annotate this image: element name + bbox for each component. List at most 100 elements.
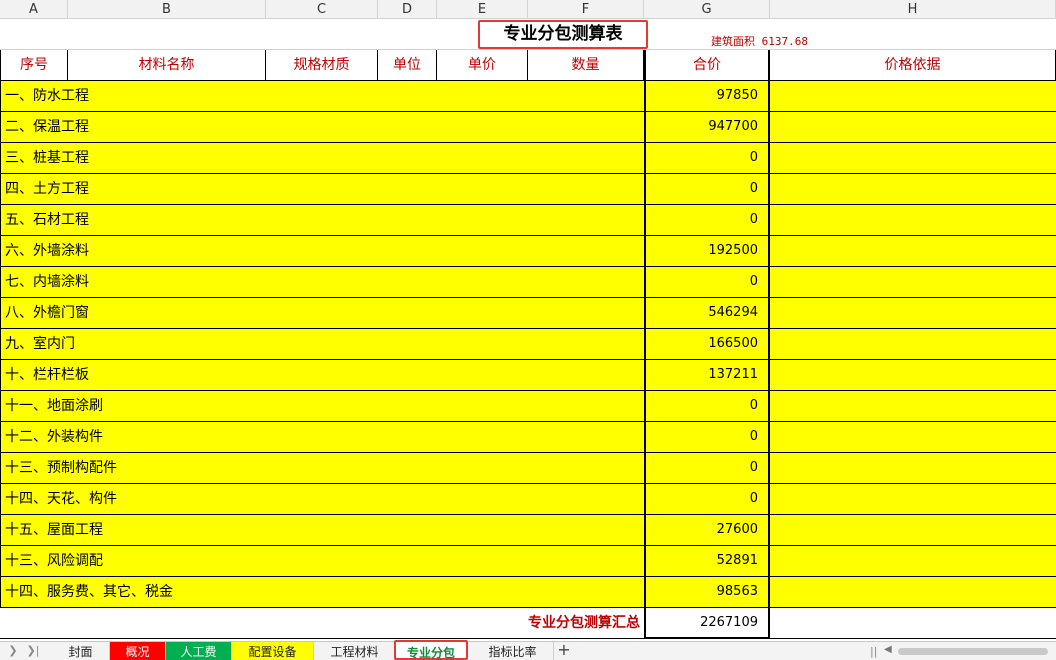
row-name-cell[interactable]: 三、桩基工程 <box>0 143 644 174</box>
row-name-cell[interactable]: 十三、风险调配 <box>0 546 644 577</box>
row-name-cell[interactable]: 十三、预制构配件 <box>0 453 644 484</box>
row-total-cell[interactable]: 0 <box>644 422 770 453</box>
row-total-cell[interactable]: 0 <box>644 205 770 236</box>
row-basis-cell[interactable] <box>770 112 1056 143</box>
row-total-cell[interactable]: 97850 <box>644 81 770 112</box>
table-row: 三、桩基工程 0 <box>0 143 1056 174</box>
row-basis-cell[interactable] <box>770 174 1056 205</box>
building-area[interactable]: 建筑面积 6137.68 <box>711 33 808 49</box>
horizontal-scrollbar[interactable]: || ◀ <box>870 642 1056 660</box>
sheet-title[interactable]: 专业分包测算表 <box>478 20 648 49</box>
summary-value[interactable]: 2267109 <box>644 608 770 639</box>
row-total-cell[interactable]: 166500 <box>644 329 770 360</box>
scroll-left-icon[interactable]: ◀ <box>884 644 892 655</box>
row-basis-cell[interactable] <box>770 391 1056 422</box>
row-total-cell[interactable]: 947700 <box>644 112 770 143</box>
sheet-tab-equipment[interactable]: 配置设备 <box>232 642 314 660</box>
header-total[interactable]: 合价 <box>644 50 770 81</box>
row-total-cell[interactable]: 0 <box>644 391 770 422</box>
row-name-cell[interactable]: 十一、地面涂刷 <box>0 391 644 422</box>
column-header-b[interactable]: B <box>68 0 266 19</box>
row-basis-cell[interactable] <box>770 143 1056 174</box>
column-header-d[interactable]: D <box>378 0 437 19</box>
row-basis-cell[interactable] <box>770 329 1056 360</box>
row-basis-cell[interactable] <box>770 515 1056 546</box>
header-unit[interactable]: 单位 <box>378 50 437 81</box>
summary-basis-cell[interactable] <box>770 608 1056 639</box>
row-total-cell[interactable]: 0 <box>644 484 770 515</box>
scroll-thumb[interactable] <box>898 648 1048 655</box>
row-name-cell[interactable]: 十四、天花、构件 <box>0 484 644 515</box>
row-name-cell[interactable]: 二、保温工程 <box>0 112 644 143</box>
row-total-cell[interactable]: 0 <box>644 267 770 298</box>
column-header-a[interactable]: A <box>0 0 68 19</box>
row-name-cell[interactable]: 七、内墙涂料 <box>0 267 644 298</box>
header-basis[interactable]: 价格依据 <box>770 50 1056 81</box>
table-row: 七、内墙涂料 0 <box>0 267 1056 298</box>
row-total-cell[interactable]: 192500 <box>644 236 770 267</box>
header-seq[interactable]: 序号 <box>0 50 68 81</box>
sheet-tab-materials[interactable]: 工程材料 <box>314 642 396 660</box>
row-name-cell[interactable]: 四、土方工程 <box>0 174 644 205</box>
building-area-value: 6137.68 <box>761 35 808 48</box>
table-row: 六、外墙涂料 192500 <box>0 236 1056 267</box>
column-header-bar: A B C D E F G H <box>0 0 1056 19</box>
row-name-cell[interactable]: 五、石材工程 <box>0 205 644 236</box>
header-qty[interactable]: 数量 <box>528 50 644 81</box>
sheet-tab-subcontract[interactable]: 专业分包 <box>394 640 468 660</box>
table-row: 十五、屋面工程 27600 <box>0 515 1056 546</box>
column-header-c[interactable]: C <box>266 0 378 19</box>
tab-scroll-last-icon[interactable]: ❯| <box>22 642 44 660</box>
table-row: 五、石材工程 0 <box>0 205 1056 236</box>
row-basis-cell[interactable] <box>770 546 1056 577</box>
header-spec[interactable]: 规格材质 <box>266 50 378 81</box>
row-name-cell[interactable]: 一、防水工程 <box>0 81 644 112</box>
summary-label[interactable]: 专业分包测算汇总 <box>0 608 644 639</box>
row-name-cell[interactable]: 十四、服务费、其它、税金 <box>0 577 644 608</box>
table-row: 九、室内门 166500 <box>0 329 1056 360</box>
row-total-cell[interactable]: 0 <box>644 453 770 484</box>
row-basis-cell[interactable] <box>770 205 1056 236</box>
column-header-f[interactable]: F <box>528 0 644 19</box>
row-basis-cell[interactable] <box>770 577 1056 608</box>
row-total-cell[interactable]: 0 <box>644 174 770 205</box>
sheet-tab-bar: ❯ ❯| 封面 概况 人工费 配置设备 工程材料 专业分包 指标比率 + || … <box>0 640 1056 660</box>
column-header-e[interactable]: E <box>437 0 528 19</box>
row-basis-cell[interactable] <box>770 484 1056 515</box>
row-basis-cell[interactable] <box>770 81 1056 112</box>
row-basis-cell[interactable] <box>770 453 1056 484</box>
add-sheet-icon[interactable]: + <box>554 642 574 660</box>
row-basis-cell[interactable] <box>770 360 1056 391</box>
sheet-tab-labor[interactable]: 人工费 <box>166 642 232 660</box>
row-total-cell[interactable]: 137211 <box>644 360 770 391</box>
row-total-cell[interactable]: 98563 <box>644 577 770 608</box>
row-name-cell[interactable]: 十二、外装构件 <box>0 422 644 453</box>
row-name-cell[interactable]: 六、外墙涂料 <box>0 236 644 267</box>
header-material[interactable]: 材料名称 <box>68 50 266 81</box>
table-row: 十四、天花、构件 0 <box>0 484 1056 515</box>
header-price[interactable]: 单价 <box>437 50 528 81</box>
building-area-label: 建筑面积 <box>711 35 755 48</box>
column-header-h[interactable]: H <box>770 0 1056 19</box>
row-name-cell[interactable]: 十五、屋面工程 <box>0 515 644 546</box>
row-basis-cell[interactable] <box>770 422 1056 453</box>
header-row: 序号 材料名称 规格材质 单位 单价 数量 合价 价格依据 <box>0 50 1056 81</box>
sheet-tab-overview[interactable]: 概况 <box>110 642 166 660</box>
column-header-g[interactable]: G <box>644 0 770 19</box>
table-row: 十三、预制构配件 0 <box>0 453 1056 484</box>
row-basis-cell[interactable] <box>770 267 1056 298</box>
row-total-cell[interactable]: 52891 <box>644 546 770 577</box>
row-name-cell[interactable]: 八、外檐门窗 <box>0 298 644 329</box>
row-total-cell[interactable]: 546294 <box>644 298 770 329</box>
row-name-cell[interactable]: 九、室内门 <box>0 329 644 360</box>
scroll-split-icon: || <box>870 645 878 658</box>
sheet-tab-indicators[interactable]: 指标比率 <box>472 642 554 660</box>
row-total-cell[interactable]: 27600 <box>644 515 770 546</box>
row-total-cell[interactable]: 0 <box>644 143 770 174</box>
row-name-cell[interactable]: 十、栏杆栏板 <box>0 360 644 391</box>
row-basis-cell[interactable] <box>770 298 1056 329</box>
summary-row: 专业分包测算汇总 2267109 <box>0 608 1056 639</box>
sheet-tab-cover[interactable]: 封面 <box>52 642 110 660</box>
tab-scroll-left-icon[interactable]: ❯ <box>2 642 24 660</box>
row-basis-cell[interactable] <box>770 236 1056 267</box>
